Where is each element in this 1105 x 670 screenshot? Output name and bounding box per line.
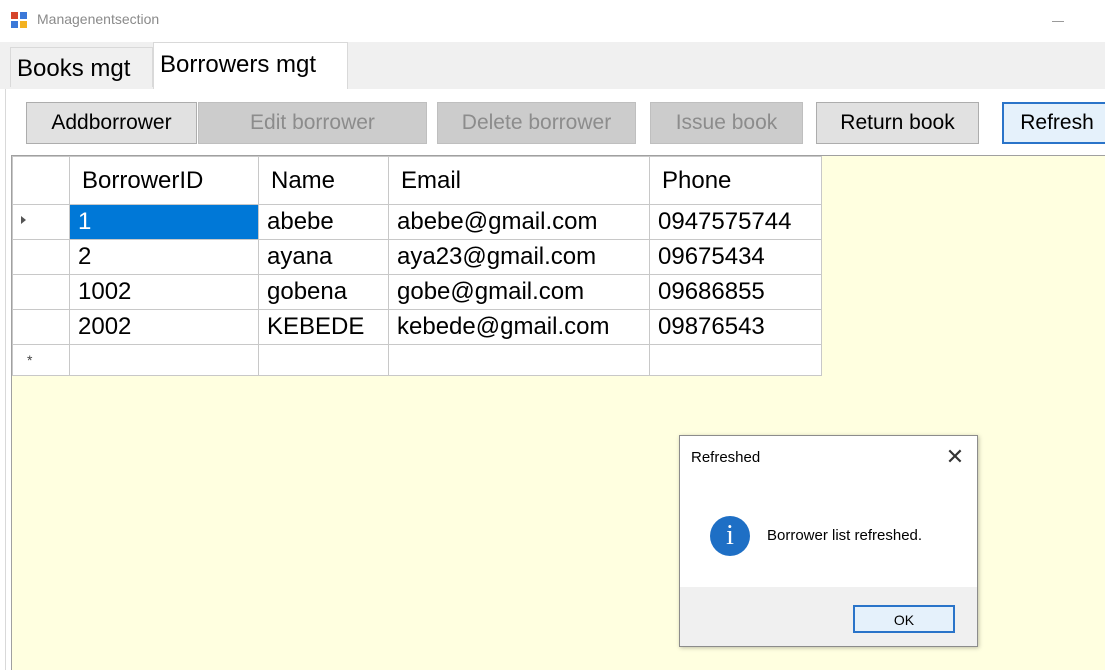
cell-email-new[interactable] (388, 344, 650, 376)
cell-email[interactable]: gobe@gmail.com (388, 274, 650, 310)
cell-email[interactable]: aya23@gmail.com (388, 239, 650, 275)
ok-button[interactable]: OK (853, 605, 955, 633)
row-header[interactable] (12, 309, 70, 345)
column-header-borrowerid[interactable]: BorrowerID (69, 156, 259, 205)
corner-header[interactable] (12, 156, 70, 205)
cell-phone-new[interactable] (649, 344, 822, 376)
table-row[interactable]: 1 abebe abebe@gmail.com 0947575744 (12, 204, 822, 240)
new-row[interactable]: * (12, 344, 822, 376)
title-bar: Managenentsection (0, 0, 1105, 42)
tab-strip: Books mgt Borrowers mgt (0, 42, 1105, 90)
delete-borrower-button[interactable]: Delete borrower (437, 102, 636, 144)
cell-borrowerid[interactable]: 2002 (69, 309, 259, 345)
refreshed-dialog: Refreshed ✕ i Borrower list refreshed. O… (679, 435, 978, 647)
row-header[interactable] (12, 274, 70, 310)
dialog-message: Borrower list refreshed. (767, 527, 923, 544)
table-row[interactable]: 2002 KEBEDE kebede@gmail.com 09876543 (12, 309, 822, 345)
row-header[interactable] (12, 239, 70, 275)
window-title: Managenentsection (37, 11, 160, 27)
row-header-new[interactable]: * (12, 344, 70, 376)
dialog-footer: OK (680, 587, 977, 646)
close-icon[interactable]: ✕ (938, 442, 972, 472)
cell-phone[interactable]: 09876543 (649, 309, 822, 345)
header-row: BorrowerID Name Email Phone (12, 156, 822, 205)
issue-book-button[interactable]: Issue book (650, 102, 803, 144)
cell-borrowerid[interactable]: 2 (69, 239, 259, 275)
cell-name[interactable]: ayana (258, 239, 389, 275)
dialog-title: Refreshed (691, 449, 761, 466)
cell-name[interactable]: gobena (258, 274, 389, 310)
return-book-button[interactable]: Return book (816, 102, 979, 144)
add-borrower-button[interactable]: Addborrower (26, 102, 197, 144)
cell-name-new[interactable] (258, 344, 389, 376)
cell-phone[interactable]: 0947575744 (649, 204, 822, 240)
new-row-marker: * (27, 352, 33, 368)
cell-email[interactable]: kebede@gmail.com (388, 309, 650, 345)
cell-name[interactable]: abebe (258, 204, 389, 240)
info-icon: i (710, 516, 750, 556)
tab-borrowers-mgt[interactable]: Borrowers mgt (153, 42, 348, 90)
app-icon (11, 12, 27, 28)
cell-borrowerid[interactable]: 1002 (69, 274, 259, 310)
table-row[interactable]: 1002 gobena gobe@gmail.com 09686855 (12, 274, 822, 310)
borrowers-table: BorrowerID Name Email Phone 1 abebe abeb… (12, 156, 822, 376)
cell-name[interactable]: KEBEDE (258, 309, 389, 345)
cell-email[interactable]: abebe@gmail.com (388, 204, 650, 240)
column-header-name[interactable]: Name (258, 156, 389, 205)
column-header-email[interactable]: Email (388, 156, 650, 205)
cell-borrowerid[interactable]: 1 (69, 204, 259, 240)
refresh-button[interactable]: Refresh (1002, 102, 1105, 144)
minimize-button[interactable] (1046, 4, 1076, 34)
cell-phone[interactable]: 09686855 (649, 274, 822, 310)
info-glyph: i (726, 520, 734, 551)
cell-borrowerid-new[interactable] (69, 344, 259, 376)
column-header-phone[interactable]: Phone (649, 156, 822, 205)
current-row-arrow-icon (21, 216, 26, 224)
tab-books-mgt[interactable]: Books mgt (10, 47, 153, 87)
edit-borrower-button[interactable]: Edit borrower (198, 102, 427, 144)
table-row[interactable]: 2 ayana aya23@gmail.com 09675434 (12, 239, 822, 275)
row-header-current[interactable] (12, 204, 70, 240)
cell-phone[interactable]: 09675434 (649, 239, 822, 275)
